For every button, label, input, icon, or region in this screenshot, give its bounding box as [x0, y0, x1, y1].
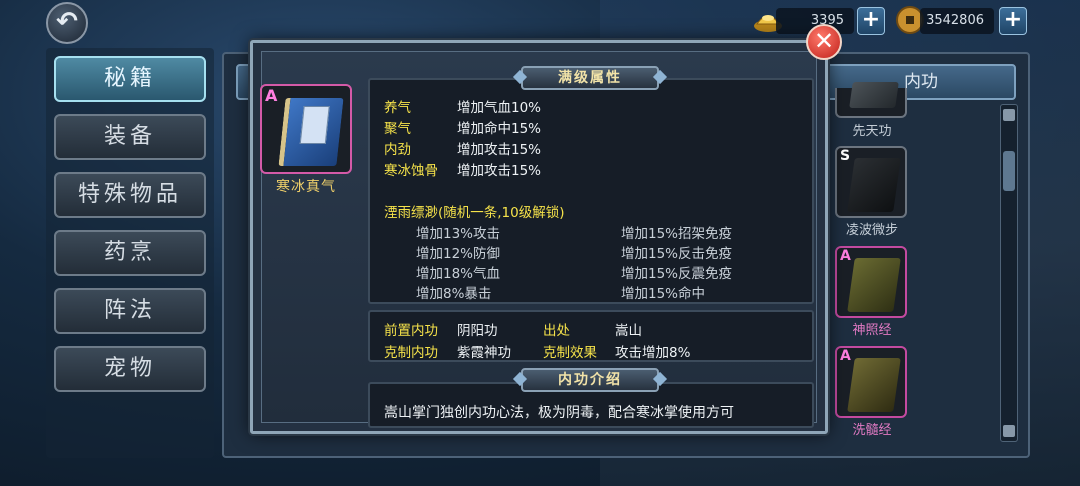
menu-item-special-items[interactable]: 特殊物品 [54, 172, 206, 218]
random-attr-header: 湮雨缥渺(随机一条,10级解锁) [384, 205, 565, 221]
counter-value: 紫霞神功 [457, 345, 511, 361]
list-scrollbar[interactable] [1000, 104, 1018, 442]
intro-text: 嵩山掌门独创内功心法，极为阴毒，配合寒冰掌使用方可 [384, 405, 734, 421]
list-item-xiantiangong[interactable] [835, 82, 907, 118]
book-icon [847, 358, 901, 412]
intro-banner: 内功介绍 [521, 368, 659, 392]
menu-item-pets[interactable]: 宠物 [54, 346, 206, 392]
list-item-shenzhao[interactable]: A [835, 246, 907, 318]
book-icon [847, 258, 901, 312]
random-attr: 增加15%招架免疫 [621, 226, 733, 242]
random-attr: 增加15%反震免疫 [621, 266, 733, 282]
grade-badge: S [840, 148, 851, 164]
full-level-banner: 满级属性 [521, 66, 659, 90]
book-icon [278, 98, 344, 166]
scroll-up-icon[interactable] [1003, 109, 1015, 121]
attr-effect: 增加命中15% [457, 121, 542, 137]
prereq-value: 阴阳功 [457, 323, 498, 339]
source-value: 嵩山 [615, 323, 642, 339]
counter-effect-value: 攻击增加8% [615, 345, 691, 361]
grade-badge: A [840, 348, 851, 364]
random-attr: 增加8%暴击 [416, 286, 492, 302]
random-attr: 增加15%命中 [621, 286, 706, 302]
attr-effect: 增加气血10% [457, 100, 542, 116]
source-label: 出处 [543, 323, 570, 339]
category-menu: 秘籍 装备 特殊物品 药烹 阵法 宠物 [46, 48, 214, 458]
coin-amount: 3542806 [920, 8, 994, 34]
list-label: 凌波微步 [845, 223, 898, 238]
attr-name: 聚气 [384, 121, 411, 137]
attr-effect: 增加攻击15% [457, 142, 542, 158]
book-icon [849, 82, 899, 108]
prereq-label: 前置内功 [384, 323, 438, 339]
menu-item-formation[interactable]: 阵法 [54, 288, 206, 334]
attr-name: 内劲 [384, 142, 411, 158]
list-item-lingbo[interactable]: S [835, 146, 907, 218]
attr-name: 养气 [384, 100, 411, 116]
list-label: 神照经 [852, 323, 892, 338]
grade-badge: A [265, 86, 278, 105]
random-attr: 增加18%气血 [416, 266, 501, 282]
add-coin-button[interactable]: + [999, 7, 1027, 35]
counter-label: 克制内功 [384, 345, 438, 361]
scroll-down-icon[interactable] [1003, 425, 1015, 437]
random-attr: 增加15%反击免疫 [621, 246, 733, 262]
menu-item-cooking[interactable]: 药烹 [54, 230, 206, 276]
menu-item-secret-books[interactable]: 秘籍 [54, 56, 206, 102]
list-label: 洗髓经 [852, 423, 892, 438]
back-button[interactable]: ↶ [46, 2, 88, 44]
book-name: 寒冰真气 [276, 179, 336, 195]
game-screen: ↶ 3395 + 3542806 + 秘籍 装备 特殊物品 药烹 阵法 宠物 内… [0, 0, 1080, 486]
selected-book-card[interactable]: A [260, 84, 352, 174]
list-item-xisui[interactable]: A [835, 346, 907, 418]
add-gold-button[interactable]: + [857, 7, 885, 35]
book-title-strip [299, 106, 330, 144]
menu-item-equipment[interactable]: 装备 [54, 114, 206, 160]
counter-effect-label: 克制效果 [543, 345, 597, 361]
attr-effect: 增加攻击15% [457, 163, 542, 179]
random-attr: 增加12%防御 [416, 246, 501, 262]
close-button[interactable]: ✕ [806, 24, 842, 60]
book-icon [847, 158, 901, 212]
scroll-thumb[interactable] [1003, 151, 1015, 191]
grade-badge: A [840, 248, 851, 264]
list-label: 先天功 [852, 124, 892, 139]
random-attr: 增加13%攻击 [416, 226, 501, 242]
attr-name: 寒冰蚀骨 [384, 163, 438, 179]
